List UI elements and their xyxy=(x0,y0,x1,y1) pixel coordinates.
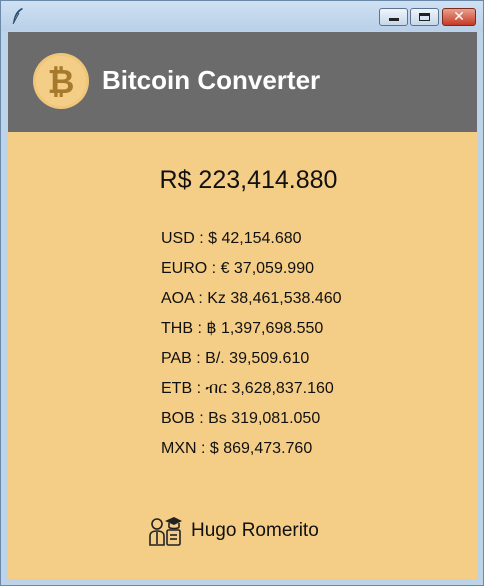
maximize-button[interactable] xyxy=(410,8,439,26)
author-name: Hugo Romerito xyxy=(191,520,319,541)
app-content: ₿ Bitcoin Converter R$ 223,414.880 USD :… xyxy=(8,32,477,579)
feather-icon xyxy=(12,8,23,25)
close-button[interactable]: ✕ xyxy=(442,8,476,26)
rate-bob: BOB : Bs 319,081.050 xyxy=(161,410,321,427)
svg-text:₿: ₿ xyxy=(48,62,75,101)
rate-mxn: MXN : $ 869,473.760 xyxy=(161,440,313,457)
rate-euro: EURO : € 37,059.990 xyxy=(161,260,314,277)
close-icon: ✕ xyxy=(453,9,465,25)
users-graduation-icon xyxy=(149,517,182,546)
app-title: Bitcoin Converter xyxy=(102,65,321,95)
rate-pab: PAB : B/. 39,509.610 xyxy=(161,350,310,367)
title-bar[interactable]: ✕ xyxy=(1,1,483,31)
app-window: ✕ ₿ Bitcoin Converter R$ 223,414.880 USD… xyxy=(0,0,484,586)
converted-value-brl: R$ 223,414.880 xyxy=(159,166,338,194)
rate-aoa: AOA : Kz 38,461,538.460 xyxy=(161,290,342,307)
maximize-icon xyxy=(419,13,430,21)
bitcoin-icon: ₿ xyxy=(33,53,89,109)
rate-thb: THB : ฿ 1,397,698.550 xyxy=(161,320,324,337)
minimize-icon xyxy=(389,18,399,21)
minimize-button[interactable] xyxy=(379,8,408,26)
rate-usd: USD : $ 42,154.680 xyxy=(161,230,302,247)
rates-list: USD : $ 42,154.680 EURO : € 37,059.990 A… xyxy=(161,231,342,471)
rate-etb: ETB : ብር 3,628,837.160 xyxy=(161,380,334,397)
header-bar: ₿ Bitcoin Converter xyxy=(8,32,477,132)
